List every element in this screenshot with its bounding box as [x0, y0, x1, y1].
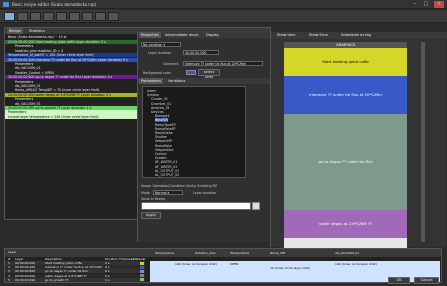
undo-icon[interactable] [82, 12, 93, 21]
table-cell: 00:00:00.990 [15, 277, 36, 282]
parameter-tree[interactable]: Intern System Cluster_01 Chamber_01 Analysis… [142, 86, 246, 178]
tab-properties[interactable]: Properties [139, 32, 161, 38]
title-bar: Basic recipe editor (Scala demodecks.rsp… [0, 0, 447, 9]
preview-tabs: Show time Show Error Substitute as tag [271, 32, 447, 39]
variation-value: No variation [143, 43, 163, 47]
grid-header[interactable]: Temperature [155, 251, 174, 255]
copy-icon[interactable] [56, 12, 67, 21]
layer-duration-field[interactable]: 00:00:00.000 [183, 50, 219, 55]
layer-color-swatch [140, 261, 144, 265]
minimize-button[interactable]: – [410, 1, 420, 8]
grid-cell[interactable]: 140 (Inner circle layer limit) [335, 262, 377, 266]
preview-band[interactable]: Start heating (pilot coffe [284, 48, 407, 76]
tab-show-time[interactable]: Show time [275, 32, 297, 38]
table-cell: 1 s [105, 277, 110, 282]
paste-icon[interactable] [69, 12, 80, 21]
tab-substitute-as-tag[interactable]: Substitute as tag [339, 32, 373, 38]
layer-color-swatch [140, 269, 144, 273]
assign-section-label: Assign Operation/Condition (Unify) Scrip… [141, 184, 218, 188]
tab-parameters[interactable]: Parameters [139, 78, 164, 84]
params-tabs: Parameters Variations [138, 78, 271, 84]
layer-color-swatch [140, 265, 144, 269]
tab-show-error[interactable]: Show Error [307, 32, 330, 38]
mode-dropdown[interactable]: Normal ▾ [153, 190, 183, 195]
apply-button[interactable]: Apply [141, 212, 161, 219]
recipe-row[interactable]: Inconel layer temperature = 140 (Inner c… [5, 114, 138, 119]
window-title: Basic recipe editor (Scala demodecks.rsp… [12, 2, 97, 7]
layer-table-title: Layer [8, 250, 17, 254]
maximize-button[interactable]: □ [421, 1, 431, 8]
redo-icon[interactable] [95, 12, 106, 21]
bg-color-label: Background color [143, 71, 171, 75]
grid-header[interactable]: Temperature [230, 251, 249, 255]
preview-band[interactable]: go to degas ?? under tie flux [284, 114, 407, 210]
preview-panel: Show time Show Error Substitute as tag G… [270, 32, 447, 272]
toolbar [0, 10, 447, 23]
select-color-button[interactable]: select color [198, 69, 220, 79]
grid-header[interactable]: Isolation_plan [195, 251, 216, 255]
layer-duration-label: Layer duration [148, 51, 172, 55]
preview-band[interactable]: wafer degas at 2.6*C/NM ?? [284, 210, 407, 238]
tab-variations[interactable]: Variations [166, 78, 187, 84]
properties-panel: Properties Intermediate result Display N… [137, 32, 271, 242]
comment-field[interactable]: Intensive ?? under tie flux at 20*C/Nm [183, 61, 263, 66]
grid-header[interactable]: Ramp_diff [270, 251, 285, 255]
tab-intermediate-result[interactable]: Intermediate result [163, 32, 201, 38]
close-button[interactable]: × [434, 1, 444, 8]
save-icon[interactable] [30, 12, 41, 21]
condition-label: Layer duration [193, 191, 217, 195]
color-swatch[interactable] [186, 70, 196, 75]
layer-preview: GRAPHICS Start heating (pilot coffe Inten… [284, 42, 407, 272]
cut-icon[interactable] [43, 12, 54, 21]
layer-table-header [5, 249, 441, 257]
comment-label: Comment [163, 62, 179, 66]
value-field[interactable] [141, 202, 251, 210]
table-cell: go to growth ?? [45, 277, 69, 282]
layer-table: Layer # Layer Description Duration Thickness… [4, 248, 442, 283]
mode-label: Mode [141, 191, 150, 195]
grid-cell[interactable]: 70 (Inner circle layer limit) [270, 266, 310, 270]
props-tabs: Properties Intermediate result Display [138, 32, 271, 38]
variation-dropdown[interactable]: No variation ▾ [141, 42, 181, 47]
value-label: Value in Recipe [141, 197, 166, 201]
cancel-button[interactable]: Cancel [414, 277, 439, 284]
preview-band[interactable]: Intensive ?? under tie flux at 20*C/Nm [284, 76, 407, 114]
ok-button[interactable]: OK [388, 277, 410, 284]
tab-recipe[interactable]: Recipe [7, 28, 23, 34]
layer-color-swatch [140, 278, 144, 282]
tab-statistics[interactable]: Statistics [27, 28, 47, 34]
grid-cell[interactable]: 100 (Inner circle layer limit) [175, 262, 217, 266]
grid-header[interactable]: dis_VACUUM_01 [335, 251, 359, 255]
grid-cell[interactable]: OPEN [230, 262, 238, 266]
mode-value: Normal [155, 191, 167, 195]
scrollbar[interactable] [421, 42, 425, 242]
tab-display[interactable]: Display [204, 32, 221, 38]
app-icon [3, 2, 9, 7]
browse-icon[interactable] [252, 202, 260, 210]
new-icon[interactable] [4, 12, 15, 21]
open-icon[interactable] [17, 12, 28, 21]
tree-item[interactable]: AL_OUTPUT_02 [155, 173, 179, 177]
settings-icon[interactable] [108, 12, 119, 21]
table-cell: 5 [8, 277, 10, 282]
layer-color-swatch [140, 274, 144, 278]
